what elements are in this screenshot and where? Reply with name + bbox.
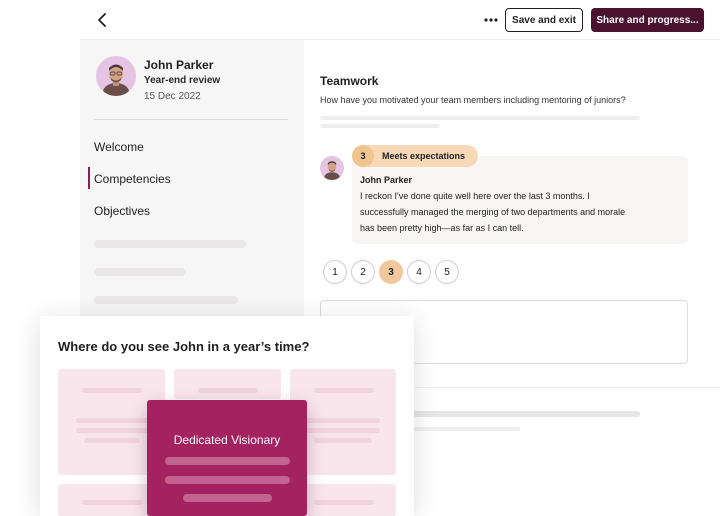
featured-placeholder bbox=[165, 457, 290, 465]
tile-placeholder bbox=[314, 438, 372, 443]
rating-option-2[interactable]: 2 bbox=[351, 260, 375, 284]
sidebar-divider bbox=[94, 119, 288, 120]
answer-text-line: has been pretty high—as far as I can tel… bbox=[360, 223, 524, 233]
tile-placeholder bbox=[84, 438, 140, 443]
rating-badge-label: Meets expectations bbox=[382, 151, 466, 161]
placeholder-line bbox=[410, 427, 520, 431]
nav-item-competencies[interactable]: Competencies bbox=[94, 172, 171, 186]
tile-placeholder bbox=[314, 500, 374, 505]
more-options-icon[interactable] bbox=[481, 10, 501, 30]
tile-placeholder bbox=[306, 418, 380, 423]
tile-placeholder bbox=[82, 500, 142, 505]
share-and-progress-button[interactable]: Share and progress... bbox=[591, 8, 704, 32]
tile-placeholder bbox=[76, 428, 148, 433]
reviewee-name: John Parker bbox=[144, 58, 214, 72]
active-nav-indicator bbox=[88, 167, 90, 189]
placeholder-line bbox=[320, 124, 440, 128]
rating-option-4[interactable]: 4 bbox=[407, 260, 431, 284]
featured-option-label: Dedicated Visionary bbox=[173, 433, 281, 447]
question-text: How have you motivated your team members… bbox=[320, 95, 626, 105]
rating-badge-number: 3 bbox=[352, 145, 374, 167]
tile-placeholder bbox=[82, 388, 142, 393]
featured-placeholder bbox=[183, 494, 272, 502]
nav-item-welcome[interactable]: Welcome bbox=[94, 140, 144, 154]
tile-placeholder bbox=[306, 428, 380, 433]
placeholder-line bbox=[94, 240, 246, 248]
rating-option-1[interactable]: 1 bbox=[323, 260, 347, 284]
tile-placeholder bbox=[198, 388, 258, 393]
answer-avatar bbox=[320, 156, 344, 180]
option-tile[interactable] bbox=[174, 369, 281, 399]
featured-placeholder bbox=[165, 476, 290, 484]
rating-option-3[interactable]: 3 bbox=[379, 260, 403, 284]
save-and-exit-button[interactable]: Save and exit bbox=[505, 8, 583, 32]
placeholder-line bbox=[320, 116, 640, 120]
question-title: Teamwork bbox=[320, 74, 379, 88]
back-chevron-icon[interactable] bbox=[93, 10, 113, 30]
placeholder-line bbox=[410, 411, 640, 417]
tile-placeholder bbox=[76, 418, 148, 423]
tile-placeholder bbox=[314, 388, 374, 393]
popup-title: Where do you see John in a year’s time? bbox=[58, 339, 310, 354]
rating-option-5[interactable]: 5 bbox=[435, 260, 459, 284]
answer-author: John Parker bbox=[360, 175, 413, 185]
review-type: Year-end review bbox=[144, 75, 221, 86]
answer-text-line: I reckon I've done quite well here over … bbox=[360, 191, 590, 201]
review-date: 15 Dec 2022 bbox=[144, 91, 201, 102]
placeholder-line bbox=[94, 296, 238, 304]
avatar bbox=[96, 56, 136, 96]
answer-text-line: successfully managed the merging of two … bbox=[360, 207, 626, 217]
nav-item-objectives[interactable]: Objectives bbox=[94, 204, 150, 218]
rating-badge: 3 Meets expectations bbox=[352, 145, 478, 167]
placeholder-line bbox=[94, 268, 186, 276]
